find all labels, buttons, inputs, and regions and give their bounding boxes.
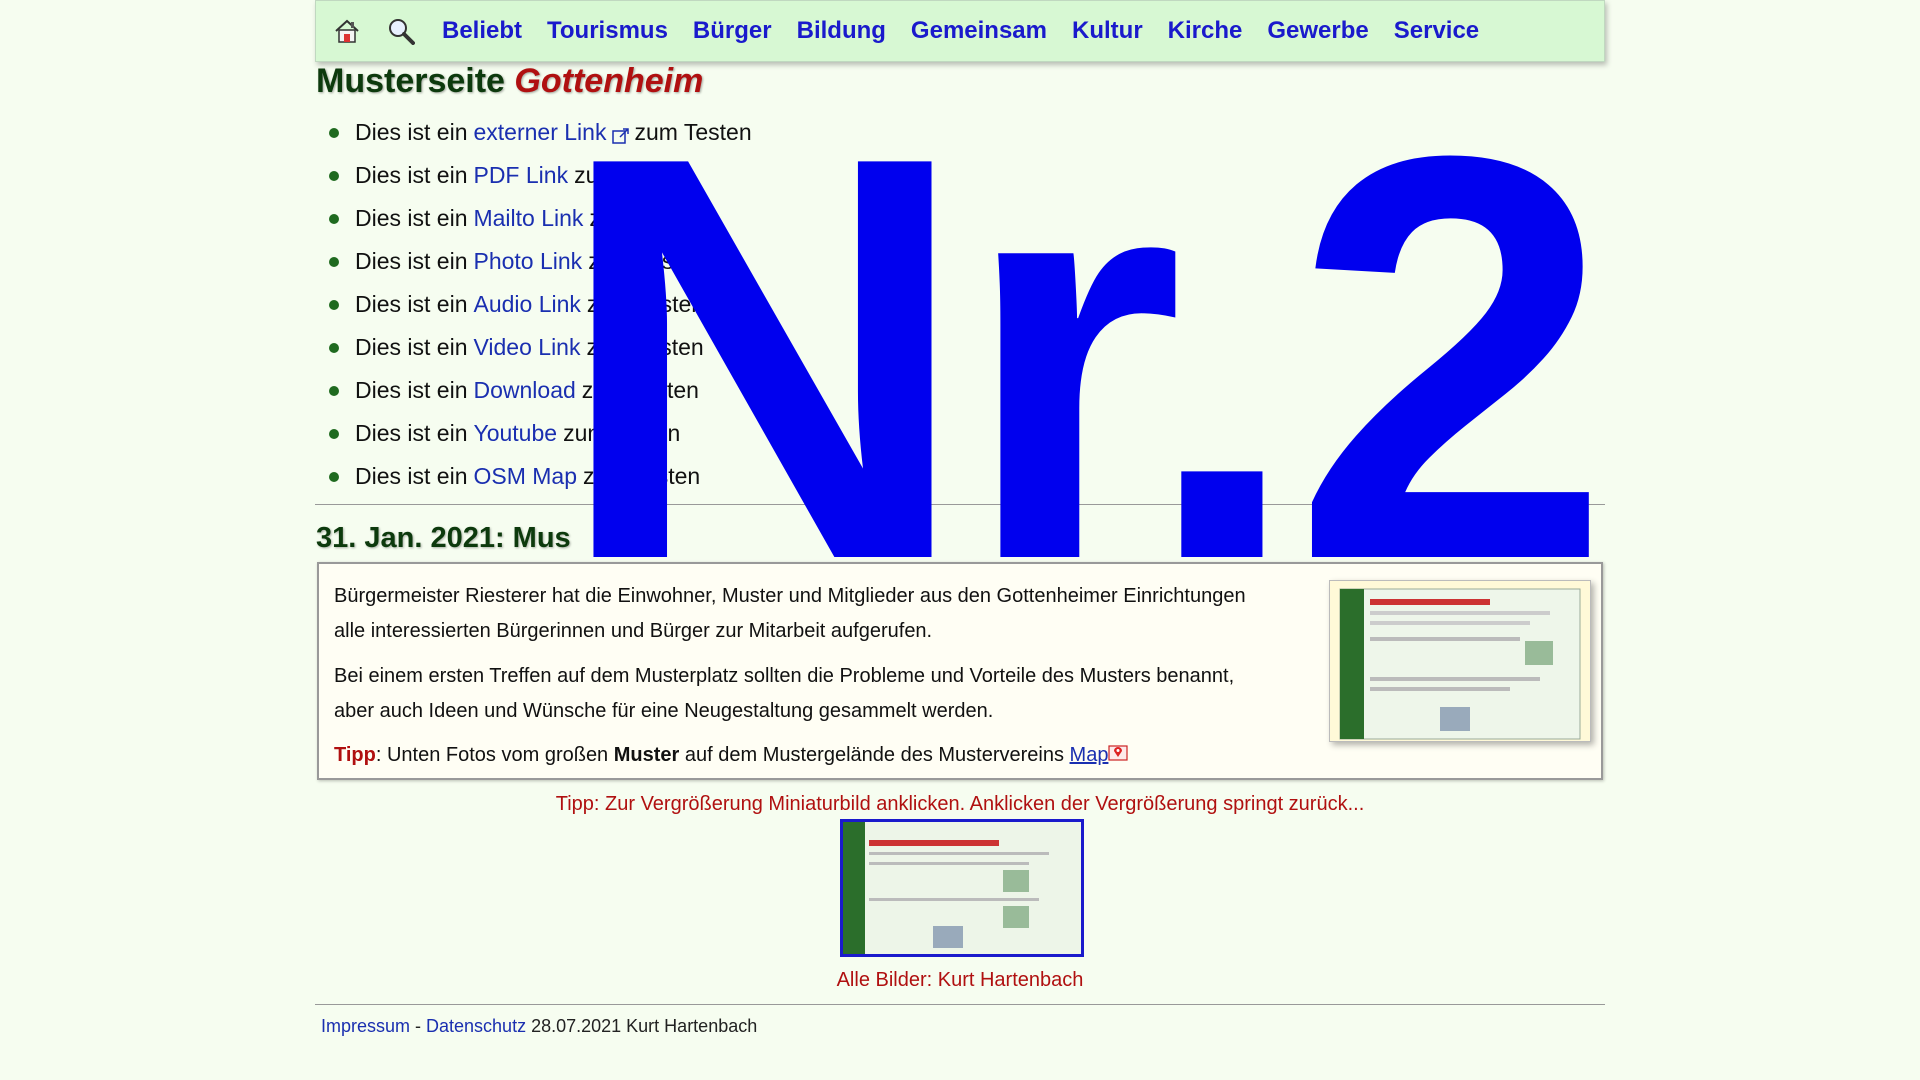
list-item: Dies ist ein Mailto Link zum Testen xyxy=(316,197,752,240)
mailto-link[interactable]: Mailto Link xyxy=(473,205,583,232)
list-item: Dies ist ein Video Link zum Testen xyxy=(316,326,752,369)
article-paragraph-1: Bürgermeister Riesterer hat die Einwohne… xyxy=(334,579,1334,649)
list-text: Dies ist ein xyxy=(355,119,468,145)
nav-item-tourismus[interactable]: Tourismus xyxy=(547,17,668,45)
article-text: Bei einem ersten Treffen auf dem Musterp… xyxy=(334,665,1235,687)
download-link[interactable]: Download xyxy=(473,377,575,404)
nav-item-bildung[interactable]: Bildung xyxy=(797,17,886,45)
audio-link[interactable]: Audio Link xyxy=(473,291,580,318)
footer: Impressum - Datenschutz 28.07.2021 Kurt … xyxy=(321,1016,757,1037)
map-marker-icon xyxy=(1108,744,1129,766)
test-link-list: Dies ist ein externer Link zum Testen Dies… xyxy=(316,111,752,498)
list-text: zum Testen xyxy=(563,420,681,446)
bullet-icon xyxy=(329,342,339,353)
nav-item-gemeinsam[interactable]: Gemeinsam xyxy=(911,17,1047,45)
top-navigation-bar: Beliebt Tourismus Bürger Bildung Gemeins… xyxy=(315,0,1605,62)
nav-item-kirche[interactable]: Kirche xyxy=(1168,17,1243,45)
list-text: Dies ist ein xyxy=(355,377,468,403)
search-icon[interactable] xyxy=(386,16,416,46)
map-link[interactable]: Map xyxy=(1070,744,1109,766)
gallery-hint: Tipp: Zur Vergrößerung Miniaturbild ankl… xyxy=(555,793,1365,815)
pdf-link[interactable]: PDF Link xyxy=(473,162,568,189)
list-item: Dies ist ein OSM Map zum Testen xyxy=(316,455,752,498)
page-title: Musterseite Gottenheim xyxy=(316,62,703,101)
list-item: Dies ist ein externer Link zum Testen xyxy=(316,111,752,154)
nav-item-service[interactable]: Service xyxy=(1394,17,1479,45)
list-text: Dies ist ein xyxy=(355,205,468,231)
main-menu: Beliebt Tourismus Bürger Bildung Gemeins… xyxy=(442,17,1504,45)
list-item: Dies ist ein Audio Link zum Testen xyxy=(316,283,752,326)
home-icon[interactable] xyxy=(332,16,362,46)
page-title-prefix: Musterseite xyxy=(316,62,505,100)
list-text: Dies ist ein xyxy=(355,162,468,188)
article-box: Bürgermeister Riesterer hat die Einwohne… xyxy=(317,562,1603,780)
list-text: zum Testen xyxy=(581,377,699,403)
list-item: Dies ist ein Download zum Testen xyxy=(316,369,752,412)
list-text: Dies ist ein xyxy=(355,291,468,317)
list-text: Dies ist ein xyxy=(355,420,468,446)
article-paragraph-2: Bei einem ersten Treffen auf dem Musterp… xyxy=(334,659,1334,729)
nav-item-kultur[interactable]: Kultur xyxy=(1072,17,1143,45)
tip-bold-text: Muster xyxy=(613,744,680,766)
osm-map-link[interactable]: OSM Map xyxy=(473,463,577,490)
list-text: zum Testen xyxy=(574,162,692,188)
divider xyxy=(315,504,1605,505)
bullet-icon xyxy=(329,127,339,138)
bullet-icon xyxy=(329,385,339,396)
list-text: Dies ist ein xyxy=(355,463,468,489)
list-text: zum Testen xyxy=(588,248,706,274)
bullet-icon xyxy=(329,170,339,181)
impressum-link[interactable]: Impressum xyxy=(321,1016,410,1036)
list-text: Dies ist ein xyxy=(355,334,468,360)
tip-text: : Unten Fotos vom großen xyxy=(375,744,614,766)
footer-date: 28.07.2021 Kurt Hartenbach xyxy=(526,1016,758,1036)
article-text: alle interessierten Bürgerinnen und Bürg… xyxy=(334,620,933,642)
external-link[interactable]: externer Link xyxy=(473,119,606,146)
list-item: Dies ist ein Photo Link zum Testen xyxy=(316,240,752,283)
list-text: Dies ist ein xyxy=(355,248,468,274)
list-text: zum Testen xyxy=(583,463,701,489)
nav-item-gewerbe[interactable]: Gewerbe xyxy=(1267,17,1368,45)
nav-item-beliebt[interactable]: Beliebt xyxy=(442,17,522,45)
bullet-icon xyxy=(329,299,339,310)
list-text: zum Testen xyxy=(634,119,752,145)
datenschutz-link[interactable]: Datenschutz xyxy=(426,1016,526,1036)
list-text: zum Testen xyxy=(586,291,705,317)
external-link-icon xyxy=(612,124,630,144)
tip-text: auf dem Mustergelände des Mustervereins xyxy=(679,744,1070,766)
photo-link[interactable]: Photo Link xyxy=(473,248,582,275)
gallery-thumbnail[interactable] xyxy=(840,819,1084,957)
footer-divider xyxy=(315,1004,1605,1005)
list-text: zum Testen xyxy=(586,334,704,360)
page-title-brand: Gottenheim xyxy=(514,62,704,100)
list-item: Dies ist ein PDF Link zum Testen xyxy=(316,154,752,197)
article-text: Bürgermeister Riesterer hat die Einwohne… xyxy=(334,585,1246,607)
article-thumbnail[interactable] xyxy=(1329,580,1591,742)
bullet-icon xyxy=(329,213,339,224)
video-link[interactable]: Video Link xyxy=(473,334,580,361)
article-text: aber auch Ideen und Wünsche für eine Neu… xyxy=(334,700,994,722)
bullet-icon xyxy=(329,428,339,439)
bullet-icon xyxy=(329,471,339,482)
bullet-icon xyxy=(329,256,339,267)
image-credit: Alle Bilder: Kurt Hartenbach xyxy=(836,969,1084,991)
list-text: zum Testen xyxy=(589,205,707,231)
youtube-link[interactable]: Youtube xyxy=(473,420,557,447)
section-title: 31. Jan. 2021: Mus xyxy=(316,522,571,554)
footer-separator: - xyxy=(410,1016,427,1036)
tip-paragraph: Tipp: Unten Fotos vom großen Muster auf … xyxy=(334,738,1334,773)
nav-item-buerger[interactable]: Bürger xyxy=(693,17,772,45)
tip-label: Tipp xyxy=(334,744,376,766)
list-item: Dies ist ein Youtube zum Testen xyxy=(316,412,752,455)
